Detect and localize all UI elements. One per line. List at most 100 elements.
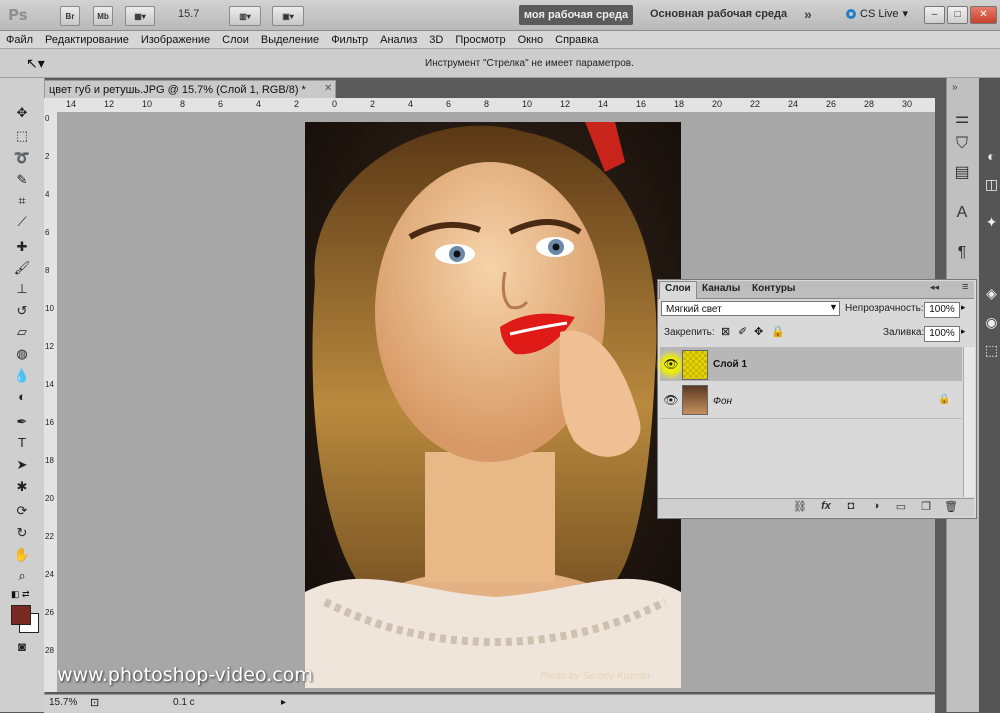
masks-icon[interactable]: ◉ [983, 314, 1000, 334]
menu-analysis[interactable]: Анализ [374, 34, 423, 46]
menu-filter[interactable]: Фильтр [325, 34, 374, 46]
quick-mask-icon[interactable]: ◙ [13, 638, 31, 655]
new-group-icon[interactable]: ▭ [893, 500, 909, 513]
background-visibility-eye-icon[interactable]: 👁 [661, 390, 681, 410]
tool-preset-picker[interactable]: ↖▾ [26, 55, 45, 72]
blur-tool-icon[interactable]: 💧 [13, 367, 31, 384]
menu-select[interactable]: Выделение [255, 34, 325, 46]
layer1-visibility-eye-icon[interactable]: 👁 [661, 354, 681, 374]
workspace-active-button[interactable]: моя рабочая среда [519, 5, 633, 25]
bridge-button[interactable]: Br [60, 6, 80, 26]
transform-icon[interactable]: ⬚ [983, 342, 1000, 362]
lasso-tool-icon[interactable]: ➰ [13, 149, 31, 166]
tab-channels[interactable]: Каналы [702, 283, 740, 294]
add-mask-icon[interactable]: ◘ [843, 500, 859, 512]
menu-help[interactable]: Справка [549, 34, 604, 46]
cs-live-button[interactable]: CS Live ▾ [846, 7, 908, 20]
healing-brush-tool-icon[interactable]: ✚ [13, 238, 31, 255]
horizontal-ruler[interactable]: 14 12 10 8 6 4 2 0 2 4 6 8 10 12 14 16 18 20 22 24 26 28 30 [44, 98, 935, 113]
ruler-left-tick-label: 6 [45, 228, 50, 237]
brush-tool-icon[interactable]: 🖌 [13, 259, 31, 276]
clone-source-icon[interactable]: ▤ [951, 162, 973, 182]
blend-mode-select[interactable]: Мягкий свет [661, 301, 840, 316]
minibridge-button[interactable]: Mb [93, 6, 113, 26]
eraser-tool-icon[interactable]: ▱ [13, 323, 31, 340]
lock-transparency-icon[interactable]: ⊠ [721, 325, 730, 338]
cs-live-icon [846, 8, 856, 19]
adjustment-layer-icon[interactable]: ◑ [868, 500, 884, 512]
brush-presets-icon[interactable]: ⛉ [951, 135, 973, 155]
workspace-main-button[interactable]: Основная рабочая среда [650, 8, 787, 20]
eyedropper-tool-icon[interactable]: ⟋ [13, 213, 31, 230]
lock-position-icon[interactable]: ✥ [754, 325, 763, 338]
crop-tool-icon[interactable]: ⌗ [13, 192, 31, 209]
vertical-ruler[interactable]: 0 2 4 6 8 10 12 14 16 18 20 22 24 26 28 [44, 112, 58, 692]
history-brush-tool-icon[interactable]: ↺ [13, 302, 31, 319]
fx-icon[interactable]: fx [818, 500, 834, 512]
menu-file[interactable]: Файл [0, 34, 39, 46]
close-tab-icon[interactable]: ✕ [324, 83, 332, 94]
portrait-photo[interactable] [305, 122, 681, 688]
shape-tool-icon[interactable]: ✱ [13, 478, 31, 495]
styles-icon[interactable]: ✦ [983, 214, 1000, 234]
new-layer-icon[interactable]: ❐ [918, 500, 934, 513]
document-tab[interactable]: цвет губ и ретушь.JPG @ 15.7% (Слой 1, R… [44, 80, 336, 98]
status-info-icon[interactable]: ⊡ [90, 696, 99, 709]
lock-pixels-icon[interactable]: ✐ [738, 325, 747, 338]
close-window-button[interactable]: ✕ [970, 6, 997, 24]
quick-select-tool-icon[interactable]: ✎ [13, 171, 31, 188]
fill-slider-icon[interactable]: ▸ [961, 326, 966, 337]
dodge-tool-icon[interactable]: ◐ [13, 388, 31, 405]
color-panel-icon[interactable]: ◐ [983, 148, 1000, 168]
arrange-documents-button[interactable]: ▥▾ [229, 6, 261, 26]
menu-view[interactable]: Просмотр [449, 34, 511, 46]
adjustments-icon[interactable]: ⚌ [951, 108, 973, 128]
status-arrow-icon[interactable]: ▸ [281, 697, 286, 708]
zoom-level-field[interactable]: 15.7 [178, 8, 199, 20]
paint-bucket-tool-icon[interactable]: ◍ [13, 345, 31, 362]
opacity-field[interactable]: 100% [924, 302, 960, 318]
link-layers-icon[interactable]: ⛓ [792, 500, 808, 513]
marquee-tool-icon[interactable]: ⬚ [13, 127, 31, 144]
panel-menu-icon[interactable]: ≡ [962, 281, 968, 293]
layers-scrollbar[interactable] [963, 347, 975, 497]
swatches-icon[interactable]: ◫ [983, 176, 1000, 196]
screen-mode-button[interactable]: ▣▾ [272, 6, 304, 26]
move-tool-icon[interactable]: ✥ [13, 104, 31, 121]
path-selection-tool-icon[interactable]: ➤ [13, 456, 31, 473]
zoom-tool-icon[interactable]: ⌕ [13, 567, 31, 584]
menu-3d[interactable]: 3D [423, 34, 449, 46]
layer1-name[interactable]: Слой 1 [713, 359, 747, 370]
3d-orbit-tool-icon[interactable]: ↻ [13, 524, 31, 541]
background-layer-name[interactable]: Фон [713, 396, 732, 407]
foreground-color-swatch[interactable] [11, 605, 31, 625]
type-tool-icon[interactable]: T [13, 434, 31, 451]
delete-layer-icon[interactable]: 🗑 [943, 500, 959, 513]
collapse-panel-icon[interactable]: ◂◂ [930, 282, 939, 293]
tab-layers[interactable]: Слои [659, 281, 697, 299]
view-extras-button[interactable]: ▦▾ [125, 6, 155, 26]
more-workspaces-button[interactable]: » [804, 6, 812, 22]
paragraph-panel-icon[interactable]: ¶ [951, 244, 973, 264]
character-panel-icon[interactable]: A [951, 204, 973, 224]
3d-rotate-tool-icon[interactable]: ⟳ [13, 502, 31, 519]
blend-dropdown-icon[interactable]: ▼ [829, 302, 838, 312]
lock-all-icon[interactable]: 🔒 [771, 325, 785, 338]
menu-image[interactable]: Изображение [135, 34, 216, 46]
collapse-dock-icon[interactable]: » [952, 82, 958, 93]
fill-field[interactable]: 100% [924, 326, 960, 342]
close-icon: ✕ [979, 9, 988, 20]
menu-window[interactable]: Окно [512, 34, 550, 46]
status-zoom[interactable]: 15.7% [49, 697, 77, 708]
menu-layer[interactable]: Слои [216, 34, 255, 46]
clone-stamp-tool-icon[interactable]: ⊥ [13, 280, 31, 297]
maximize-button[interactable]: □ [947, 6, 968, 24]
menu-edit[interactable]: Редактирование [39, 34, 135, 46]
pen-tool-icon[interactable]: ✒ [13, 413, 31, 430]
tab-paths[interactable]: Контуры [752, 283, 795, 294]
default-colors-icon[interactable]: ◧ ⇄ [11, 589, 30, 600]
minimize-button[interactable]: – [924, 6, 945, 24]
hand-tool-icon[interactable]: ✋ [13, 546, 31, 563]
opacity-slider-icon[interactable]: ▸ [961, 302, 966, 313]
layers-panel-icon[interactable]: ◈ [983, 285, 1000, 305]
